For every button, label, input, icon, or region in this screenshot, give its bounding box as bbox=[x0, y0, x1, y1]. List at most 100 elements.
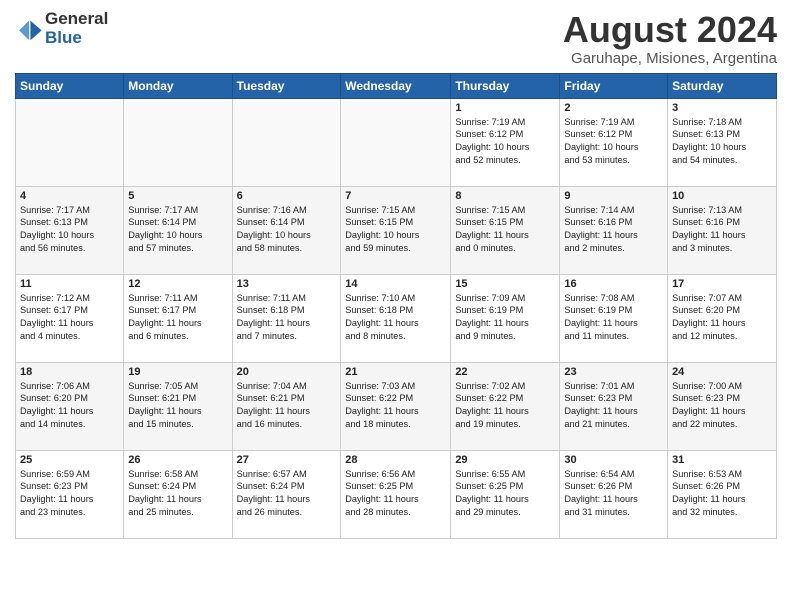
subtitle: Garuhape, Misiones, Argentina bbox=[563, 50, 777, 67]
calendar-cell: 12Sunrise: 7:11 AM Sunset: 6:17 PM Dayli… bbox=[124, 274, 232, 362]
day-info: Sunrise: 7:17 AM Sunset: 6:13 PM Dayligh… bbox=[20, 204, 119, 256]
day-number: 10 bbox=[672, 190, 772, 202]
calendar-header-row: SundayMondayTuesdayWednesdayThursdayFrid… bbox=[16, 73, 777, 98]
calendar-cell: 24 Sunrise: 7:00 AM Sunset: 6:23 PM Dayli… bbox=[668, 362, 777, 450]
calendar-cell: 10 Sunrise: 7:13 AM Sunset: 6:16 PM Dayli… bbox=[668, 186, 777, 274]
calendar-cell: 28Sunrise: 6:56 AM Sunset: 6:25 PM Dayli… bbox=[341, 450, 451, 538]
calendar-cell: 26Sunrise: 6:58 AM Sunset: 6:24 PM Dayli… bbox=[124, 450, 232, 538]
day-info: Sunrise: 7:09 AM Sunset: 6:19 PM Dayligh… bbox=[455, 292, 555, 344]
day-info: Sunrise: 7:00 AM Sunset: 6:23 PM Dayligh… bbox=[672, 380, 772, 432]
day-info: Sunrise: 7:04 AM Sunset: 6:21 PM Dayligh… bbox=[237, 380, 337, 432]
day-info: Sunrise: 7:06 AM Sunset: 6:20 PM Dayligh… bbox=[20, 380, 119, 432]
day-number: 9 bbox=[564, 190, 663, 202]
day-number: 29 bbox=[455, 454, 555, 466]
calendar-cell: 2 Sunrise: 7:19 AM Sunset: 6:12 PM Daylig… bbox=[560, 98, 668, 186]
day-info: Sunrise: 6:59 AM Sunset: 6:23 PM Dayligh… bbox=[20, 468, 119, 520]
day-number: 16 bbox=[564, 278, 663, 290]
day-number: 21 bbox=[345, 366, 446, 378]
day-info: Sunrise: 6:56 AM Sunset: 6:25 PM Dayligh… bbox=[345, 468, 446, 520]
calendar-table: SundayMondayTuesdayWednesdayThursdayFrid… bbox=[15, 73, 777, 539]
page: General Blue August 2024 Garuhape, Misio… bbox=[0, 0, 792, 612]
day-info: Sunrise: 6:55 AM Sunset: 6:25 PM Dayligh… bbox=[455, 468, 555, 520]
header: General Blue August 2024 Garuhape, Misio… bbox=[15, 10, 777, 67]
day-info: Sunrise: 7:15 AM Sunset: 6:15 PM Dayligh… bbox=[455, 204, 555, 256]
main-title: August 2024 bbox=[563, 10, 777, 50]
day-info: Sunrise: 7:07 AM Sunset: 6:20 PM Dayligh… bbox=[672, 292, 772, 344]
logo-general: General bbox=[45, 10, 108, 29]
day-number: 27 bbox=[237, 454, 337, 466]
logo-area: General Blue bbox=[15, 10, 108, 47]
day-number: 11 bbox=[20, 278, 119, 290]
day-header-tuesday: Tuesday bbox=[232, 73, 341, 98]
calendar-cell: 31Sunrise: 6:53 AM Sunset: 6:26 PM Dayli… bbox=[668, 450, 777, 538]
title-area: August 2024 Garuhape, Misiones, Argentin… bbox=[563, 10, 777, 67]
day-info: Sunrise: 7:11 AM Sunset: 6:17 PM Dayligh… bbox=[128, 292, 227, 344]
day-info: Sunrise: 7:16 AM Sunset: 6:14 PM Dayligh… bbox=[237, 204, 337, 256]
day-number: 22 bbox=[455, 366, 555, 378]
day-info: Sunrise: 7:01 AM Sunset: 6:23 PM Dayligh… bbox=[564, 380, 663, 432]
day-info: Sunrise: 7:08 AM Sunset: 6:19 PM Dayligh… bbox=[564, 292, 663, 344]
day-info: Sunrise: 7:18 AM Sunset: 6:13 PM Dayligh… bbox=[672, 116, 772, 168]
calendar-cell: 6Sunrise: 7:16 AM Sunset: 6:14 PM Daylig… bbox=[232, 186, 341, 274]
calendar-cell: 29 Sunrise: 6:55 AM Sunset: 6:25 PM Dayli… bbox=[451, 450, 560, 538]
calendar-cell: 11 Sunrise: 7:12 AM Sunset: 6:17 PM Dayli… bbox=[16, 274, 124, 362]
day-number: 3 bbox=[672, 102, 772, 114]
calendar-week-row: 25 Sunrise: 6:59 AM Sunset: 6:23 PM Dayli… bbox=[16, 450, 777, 538]
day-info: Sunrise: 7:05 AM Sunset: 6:21 PM Dayligh… bbox=[128, 380, 227, 432]
day-info: Sunrise: 7:17 AM Sunset: 6:14 PM Dayligh… bbox=[128, 204, 227, 256]
day-info: Sunrise: 7:10 AM Sunset: 6:18 PM Dayligh… bbox=[345, 292, 446, 344]
day-number: 14 bbox=[345, 278, 446, 290]
day-number: 15 bbox=[455, 278, 555, 290]
calendar-cell: 7 Sunrise: 7:15 AM Sunset: 6:15 PM Daylig… bbox=[341, 186, 451, 274]
day-number: 4 bbox=[20, 190, 119, 202]
day-number: 18 bbox=[20, 366, 119, 378]
day-number: 24 bbox=[672, 366, 772, 378]
day-number: 8 bbox=[455, 190, 555, 202]
calendar-cell: 4 Sunrise: 7:17 AM Sunset: 6:13 PM Daylig… bbox=[16, 186, 124, 274]
logo-text: General Blue bbox=[45, 10, 108, 47]
day-info: Sunrise: 6:54 AM Sunset: 6:26 PM Dayligh… bbox=[564, 468, 663, 520]
calendar-cell bbox=[16, 98, 124, 186]
day-number: 7 bbox=[345, 190, 446, 202]
calendar-cell bbox=[341, 98, 451, 186]
calendar-cell: 5Sunrise: 7:17 AM Sunset: 6:14 PM Daylig… bbox=[124, 186, 232, 274]
calendar-cell: 17Sunrise: 7:07 AM Sunset: 6:20 PM Dayli… bbox=[668, 274, 777, 362]
calendar-cell: 20Sunrise: 7:04 AM Sunset: 6:21 PM Dayli… bbox=[232, 362, 341, 450]
day-number: 26 bbox=[128, 454, 227, 466]
calendar-cell bbox=[124, 98, 232, 186]
day-number: 23 bbox=[564, 366, 663, 378]
calendar-cell: 3 Sunrise: 7:18 AM Sunset: 6:13 PM Daylig… bbox=[668, 98, 777, 186]
day-info: Sunrise: 6:53 AM Sunset: 6:26 PM Dayligh… bbox=[672, 468, 772, 520]
calendar-cell: 21Sunrise: 7:03 AM Sunset: 6:22 PM Dayli… bbox=[341, 362, 451, 450]
calendar-cell: 9 Sunrise: 7:14 AM Sunset: 6:16 PM Daylig… bbox=[560, 186, 668, 274]
day-header-thursday: Thursday bbox=[451, 73, 560, 98]
calendar-week-row: 1 Sunrise: 7:19 AM Sunset: 6:12 PM Daylig… bbox=[16, 98, 777, 186]
day-header-monday: Monday bbox=[124, 73, 232, 98]
day-header-wednesday: Wednesday bbox=[341, 73, 451, 98]
calendar-week-row: 18 Sunrise: 7:06 AM Sunset: 6:20 PM Dayli… bbox=[16, 362, 777, 450]
day-info: Sunrise: 7:19 AM Sunset: 6:12 PM Dayligh… bbox=[564, 116, 663, 168]
day-header-sunday: Sunday bbox=[16, 73, 124, 98]
calendar-week-row: 4 Sunrise: 7:17 AM Sunset: 6:13 PM Daylig… bbox=[16, 186, 777, 274]
day-header-friday: Friday bbox=[560, 73, 668, 98]
day-info: Sunrise: 7:02 AM Sunset: 6:22 PM Dayligh… bbox=[455, 380, 555, 432]
day-info: Sunrise: 7:15 AM Sunset: 6:15 PM Dayligh… bbox=[345, 204, 446, 256]
calendar-cell: 23 Sunrise: 7:01 AM Sunset: 6:23 PM Dayli… bbox=[560, 362, 668, 450]
day-info: Sunrise: 7:12 AM Sunset: 6:17 PM Dayligh… bbox=[20, 292, 119, 344]
calendar-cell: 30Sunrise: 6:54 AM Sunset: 6:26 PM Dayli… bbox=[560, 450, 668, 538]
calendar-cell: 18 Sunrise: 7:06 AM Sunset: 6:20 PM Dayli… bbox=[16, 362, 124, 450]
day-info: Sunrise: 6:57 AM Sunset: 6:24 PM Dayligh… bbox=[237, 468, 337, 520]
calendar-cell bbox=[232, 98, 341, 186]
calendar-cell: 25 Sunrise: 6:59 AM Sunset: 6:23 PM Dayli… bbox=[16, 450, 124, 538]
calendar-cell: 22 Sunrise: 7:02 AM Sunset: 6:22 PM Dayli… bbox=[451, 362, 560, 450]
calendar-cell: 13Sunrise: 7:11 AM Sunset: 6:18 PM Dayli… bbox=[232, 274, 341, 362]
day-number: 1 bbox=[455, 102, 555, 114]
calendar-cell: 15 Sunrise: 7:09 AM Sunset: 6:19 PM Dayli… bbox=[451, 274, 560, 362]
calendar-cell: 16 Sunrise: 7:08 AM Sunset: 6:19 PM Dayli… bbox=[560, 274, 668, 362]
calendar-cell: 8 Sunrise: 7:15 AM Sunset: 6:15 PM Daylig… bbox=[451, 186, 560, 274]
day-number: 2 bbox=[564, 102, 663, 114]
day-info: Sunrise: 7:19 AM Sunset: 6:12 PM Dayligh… bbox=[455, 116, 555, 168]
day-info: Sunrise: 7:14 AM Sunset: 6:16 PM Dayligh… bbox=[564, 204, 663, 256]
day-number: 25 bbox=[20, 454, 119, 466]
day-info: Sunrise: 7:13 AM Sunset: 6:16 PM Dayligh… bbox=[672, 204, 772, 256]
